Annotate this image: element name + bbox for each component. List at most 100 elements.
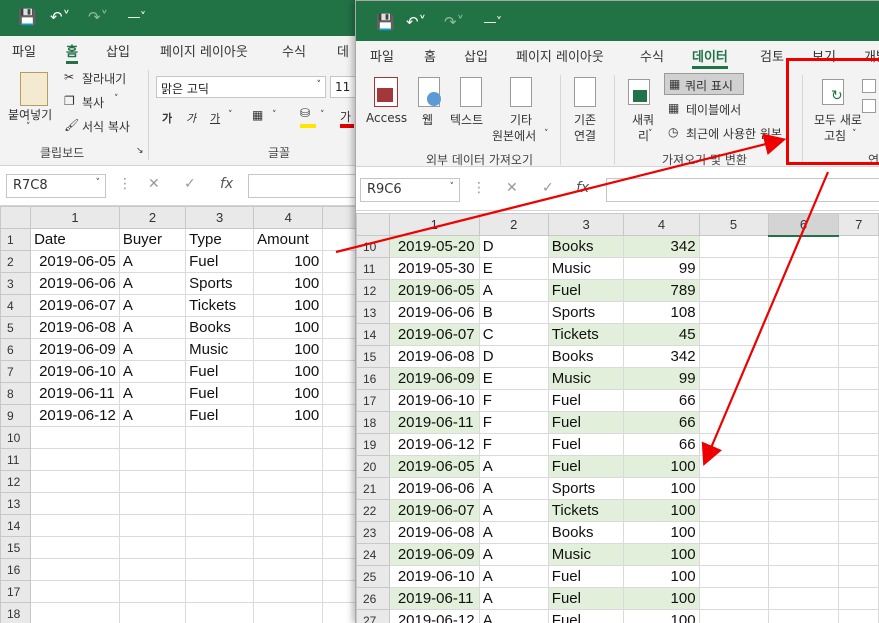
chevron-down-icon[interactable]: ˅	[648, 129, 653, 139]
tab-page-layout[interactable]: 페이지 레이아웃	[160, 41, 248, 60]
column-header[interactable]: 1	[388, 213, 480, 236]
row-header[interactable]: 18	[0, 602, 32, 623]
customize-qat-icon[interactable]: ―˅	[484, 15, 502, 29]
enter-icon[interactable]: ✓	[542, 180, 554, 196]
cell-empty[interactable]	[838, 367, 879, 390]
tab-insert[interactable]: 삽입	[464, 46, 488, 65]
cell-amount[interactable]	[253, 448, 324, 471]
cell-type[interactable]: Fuel	[547, 411, 625, 434]
show-queries-button[interactable]: ▦ 쿼리 표시	[664, 73, 744, 95]
underline-dropdown-icon[interactable]: ˅	[228, 110, 233, 120]
recent-sources-button[interactable]: 최근에 사용한 원본	[686, 125, 782, 142]
row-header[interactable]: 13	[0, 492, 32, 515]
font-color-button[interactable]: 가	[340, 108, 351, 125]
row-header[interactable]: 1	[0, 228, 32, 251]
column-header[interactable]: 6	[767, 213, 840, 237]
cell-type[interactable]: Fuel	[185, 360, 255, 383]
tab-file[interactable]: 파일	[12, 41, 36, 60]
cell-empty[interactable]	[838, 565, 879, 588]
formula-input[interactable]	[248, 174, 356, 198]
tab-review[interactable]: 검토	[760, 46, 784, 65]
cell-empty[interactable]	[322, 514, 356, 537]
column-header[interactable]: 3	[547, 213, 625, 236]
cell-type[interactable]	[185, 426, 255, 449]
cell-empty[interactable]	[322, 602, 356, 623]
cell-empty[interactable]	[322, 426, 356, 449]
cell-empty[interactable]	[767, 587, 840, 610]
cell-type[interactable]: Fuel	[547, 279, 625, 302]
cell-buyer[interactable]: A	[478, 543, 549, 566]
cell-type[interactable]: Fuel	[547, 609, 625, 623]
name-box[interactable]: R9C6 ˅	[360, 178, 460, 202]
cell-buyer[interactable]	[118, 448, 187, 471]
cell-empty[interactable]	[838, 235, 879, 258]
cell-date[interactable]	[30, 426, 120, 449]
cell-type[interactable]: Fuel	[185, 250, 255, 273]
cell-amount[interactable]: 100	[623, 609, 700, 623]
redo-icon[interactable]: ↷˅	[444, 13, 464, 31]
cell-empty[interactable]	[767, 565, 840, 588]
underline-button[interactable]: 가	[210, 110, 220, 126]
customize-qat-icon[interactable]: ―˅	[128, 10, 146, 24]
row-header[interactable]: 20	[356, 455, 390, 478]
cell-buyer[interactable]: A	[118, 316, 187, 339]
cell-amount[interactable]: 100	[253, 404, 324, 427]
cell-empty[interactable]	[698, 367, 769, 390]
row-header[interactable]: 15	[356, 345, 390, 368]
cell-empty[interactable]	[767, 499, 840, 522]
cell-empty[interactable]	[698, 499, 769, 522]
cancel-icon[interactable]: ✕	[506, 180, 518, 196]
row-header[interactable]: 27	[356, 609, 390, 623]
cell-type[interactable]	[185, 580, 255, 603]
cut-button[interactable]: 잘라내기	[82, 70, 126, 87]
cell-empty[interactable]	[838, 609, 879, 623]
cell-date[interactable]: 2019-06-11	[388, 587, 480, 610]
cell-type[interactable]: Sports	[547, 301, 625, 324]
cell-date[interactable]: 2019-06-10	[30, 360, 120, 383]
cell-empty[interactable]	[322, 272, 356, 295]
cell-empty[interactable]	[767, 235, 840, 258]
cell-type[interactable]: Fuel	[547, 389, 625, 412]
bold-button[interactable]: 가	[162, 110, 172, 126]
cell-empty[interactable]	[838, 543, 879, 566]
borders-dropdown-icon[interactable]: ˅	[272, 110, 277, 120]
existing-connections-button[interactable]: 기존	[574, 111, 596, 128]
row-header[interactable]: 9	[0, 404, 32, 427]
worksheet-grid[interactable]: 1 2 3 4 1 Date Buyer Type Amount 2 2019-06-05 A Fuel…	[0, 206, 356, 623]
row-header[interactable]: 17	[0, 580, 32, 603]
cell-empty[interactable]	[322, 294, 356, 317]
cell-amount[interactable]: 789	[623, 279, 700, 302]
cell-amount[interactable]: 100	[253, 382, 324, 405]
cell-buyer[interactable]: A	[478, 455, 549, 478]
cell-buyer[interactable]: Buyer	[118, 228, 187, 251]
cell-empty[interactable]	[838, 499, 879, 522]
tab-data[interactable]: 데이터	[692, 46, 728, 69]
cell-date[interactable]	[30, 448, 120, 471]
row-header[interactable]: 12	[356, 279, 390, 302]
font-size-select[interactable]: 11	[330, 76, 356, 98]
cell-buyer[interactable]	[118, 580, 187, 603]
cell-date[interactable]: 2019-06-06	[388, 301, 480, 324]
cell-type[interactable]	[185, 492, 255, 515]
borders-icon[interactable]: ▦	[252, 108, 263, 122]
cell-type[interactable]: Sports	[185, 272, 255, 295]
cell-buyer[interactable]: E	[478, 257, 549, 280]
cell-type[interactable]: Music	[547, 543, 625, 566]
cell-amount[interactable]: 99	[623, 367, 700, 390]
copy-dropdown-icon[interactable]: ˅	[114, 94, 119, 104]
row-header[interactable]: 10	[0, 426, 32, 449]
select-all-corner[interactable]	[356, 213, 390, 236]
row-header[interactable]: 11	[356, 257, 390, 280]
row-header[interactable]: 10	[356, 235, 390, 258]
paste-button[interactable]: 붙여넣기	[8, 106, 52, 123]
cell-date[interactable]: 2019-06-09	[30, 338, 120, 361]
paste-dropdown-icon[interactable]: ˅	[26, 122, 31, 132]
cell-amount[interactable]: 100	[623, 477, 700, 500]
cell-date[interactable]: 2019-06-10	[388, 565, 480, 588]
cell-empty[interactable]	[322, 338, 356, 361]
cell-amount[interactable]: 100	[623, 543, 700, 566]
format-painter-button[interactable]: 서식 복사	[82, 118, 130, 135]
row-header[interactable]: 16	[0, 558, 32, 581]
cell-amount[interactable]: 100	[253, 294, 324, 317]
row-header[interactable]: 14	[0, 514, 32, 537]
